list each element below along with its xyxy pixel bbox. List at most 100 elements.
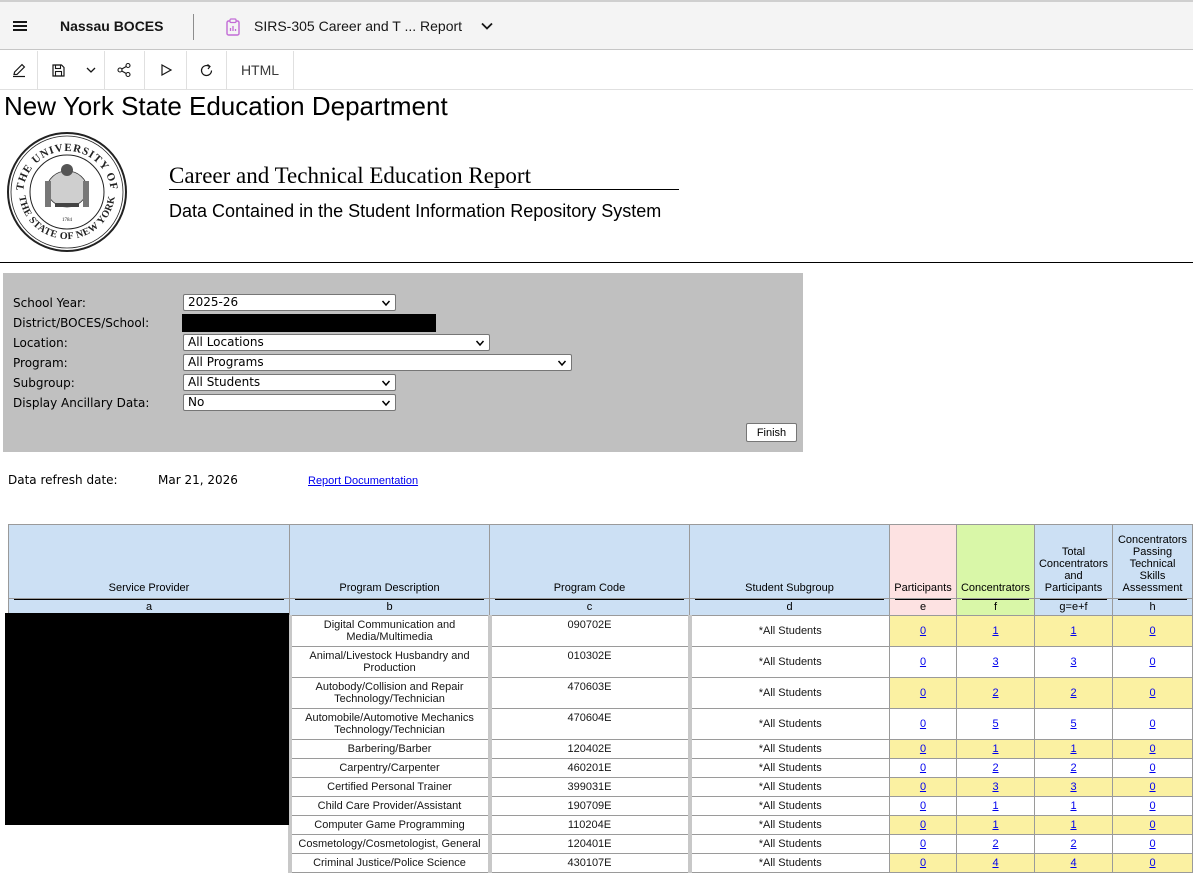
tsa-passing-link[interactable]: 0 <box>1149 819 1155 831</box>
total-link[interactable]: 4 <box>1070 857 1076 869</box>
save-button[interactable] <box>38 51 78 89</box>
tsa-passing-cell: 0 <box>1112 677 1193 709</box>
district-select-redacted[interactable] <box>182 314 436 332</box>
student-subgroup-cell: *All Students <box>687 796 890 816</box>
total-link[interactable]: 3 <box>1070 656 1076 668</box>
participants-link[interactable]: 0 <box>920 743 926 755</box>
participants-link[interactable]: 0 <box>920 762 926 774</box>
program-code-cell: 120402E <box>487 739 690 759</box>
tsa-passing-link[interactable]: 0 <box>1149 857 1155 869</box>
column-header-participants: Participants <box>889 524 957 599</box>
school-year-select[interactable]: 2025-26 <box>183 294 396 311</box>
total-link[interactable]: 1 <box>1070 819 1076 831</box>
concentrators-link[interactable]: 1 <box>992 625 998 637</box>
total-link[interactable]: 5 <box>1070 718 1076 730</box>
toolbar: HTML <box>0 51 1193 90</box>
tsa-passing-link[interactable]: 0 <box>1149 838 1155 850</box>
program-description-cell: Autobody/Collision and Repair Technology… <box>287 677 490 709</box>
edit-button[interactable] <box>0 51 37 89</box>
program-description-cell: Carpentry/Carpenter <box>287 758 490 778</box>
participants-link[interactable]: 0 <box>920 687 926 699</box>
program-code-cell: 470603E <box>487 677 690 709</box>
participants-link[interactable]: 0 <box>920 819 926 831</box>
student-subgroup-cell: *All Students <box>687 815 890 835</box>
participants-cell: 0 <box>889 758 957 778</box>
concentrators-link[interactable]: 1 <box>992 819 998 831</box>
tsa-passing-link[interactable]: 0 <box>1149 625 1155 637</box>
tsa-passing-link[interactable]: 0 <box>1149 781 1155 793</box>
participants-link[interactable]: 0 <box>920 718 926 730</box>
concentrators-link[interactable]: 1 <box>992 743 998 755</box>
concentrators-link[interactable]: 3 <box>992 656 998 668</box>
chevron-down-icon[interactable] <box>480 19 494 33</box>
concentrators-cell: 3 <box>956 777 1035 797</box>
report-documentation-link[interactable]: Report Documentation <box>308 475 418 487</box>
program-code-cell: 090702E <box>487 615 690 647</box>
org-name[interactable]: Nassau BOCES <box>60 18 163 34</box>
tsa-passing-link[interactable]: 0 <box>1149 656 1155 668</box>
tsa-passing-link[interactable]: 0 <box>1149 762 1155 774</box>
total-link[interactable]: 1 <box>1070 800 1076 812</box>
subgroup-select[interactable]: All Students <box>183 374 396 391</box>
tsa-passing-link[interactable]: 0 <box>1149 743 1155 755</box>
participants-link[interactable]: 0 <box>920 656 926 668</box>
program-code-cell: 120401E <box>487 834 690 854</box>
participants-cell: 0 <box>889 796 957 816</box>
tsa-passing-link[interactable]: 0 <box>1149 687 1155 699</box>
concentrators-cell: 2 <box>956 677 1035 709</box>
column-letter: g=e+f <box>1034 598 1113 616</box>
report-title[interactable]: SIRS-305 Career and T ... Report <box>254 18 462 34</box>
ancillary-label: Display Ancillary Data: <box>13 396 150 410</box>
concentrators-link[interactable]: 4 <box>992 857 998 869</box>
finish-button[interactable]: Finish <box>746 423 797 442</box>
program-label: Program: <box>13 356 68 370</box>
participants-link[interactable]: 0 <box>920 800 926 812</box>
refresh-button[interactable] <box>187 51 226 89</box>
service-provider-redacted <box>5 613 289 825</box>
save-options-button[interactable] <box>78 51 103 89</box>
report-heading: Career and Technical Education Report <box>169 163 679 190</box>
filter-panel: School Year: 2025-26 District/BOCES/Scho… <box>3 273 803 452</box>
program-code-cell: 010302E <box>487 646 690 678</box>
concentrators-cell: 1 <box>956 796 1035 816</box>
tsa-passing-link[interactable]: 0 <box>1149 800 1155 812</box>
participants-link[interactable]: 0 <box>920 838 926 850</box>
refresh-icon <box>200 63 213 76</box>
concentrators-cell: 1 <box>956 815 1035 835</box>
concentrators-link[interactable]: 2 <box>992 687 998 699</box>
hamburger-icon[interactable] <box>13 21 27 31</box>
column-letter: c <box>489 598 690 616</box>
participants-link[interactable]: 0 <box>920 781 926 793</box>
share-button[interactable] <box>105 51 143 89</box>
concentrators-link[interactable]: 1 <box>992 800 998 812</box>
total-link[interactable]: 2 <box>1070 838 1076 850</box>
concentrators-link[interactable]: 2 <box>992 762 998 774</box>
concentrators-link[interactable]: 3 <box>992 781 998 793</box>
total-link[interactable]: 1 <box>1070 625 1076 637</box>
concentrators-link[interactable]: 5 <box>992 718 998 730</box>
participants-cell: 0 <box>889 777 957 797</box>
tsa-passing-cell: 0 <box>1112 834 1193 854</box>
report-subheading: Data Contained in the Student Informatio… <box>169 201 662 221</box>
total-link[interactable]: 1 <box>1070 743 1076 755</box>
participants-cell: 0 <box>889 815 957 835</box>
participants-link[interactable]: 0 <box>920 625 926 637</box>
total-link[interactable]: 3 <box>1070 781 1076 793</box>
total-link[interactable]: 2 <box>1070 687 1076 699</box>
edit-icon <box>12 63 25 78</box>
output-format-button[interactable]: HTML <box>227 51 293 89</box>
ancillary-select[interactable]: No <box>183 394 396 411</box>
program-value: All Programs <box>188 355 264 369</box>
participants-link[interactable]: 0 <box>920 857 926 869</box>
location-select[interactable]: All Locations <box>183 334 490 351</box>
share-icon <box>117 62 131 78</box>
concentrators-link[interactable]: 2 <box>992 838 998 850</box>
tsa-passing-link[interactable]: 0 <box>1149 718 1155 730</box>
student-subgroup-cell: *All Students <box>687 615 890 647</box>
table-row: Criminal Justice/Police Science 430107E *A… <box>8 853 1193 873</box>
tsa-passing-cell: 0 <box>1112 853 1193 873</box>
column-letter: b <box>289 598 490 616</box>
program-select[interactable]: All Programs <box>183 354 572 371</box>
run-button[interactable] <box>145 51 186 89</box>
total-link[interactable]: 2 <box>1070 762 1076 774</box>
